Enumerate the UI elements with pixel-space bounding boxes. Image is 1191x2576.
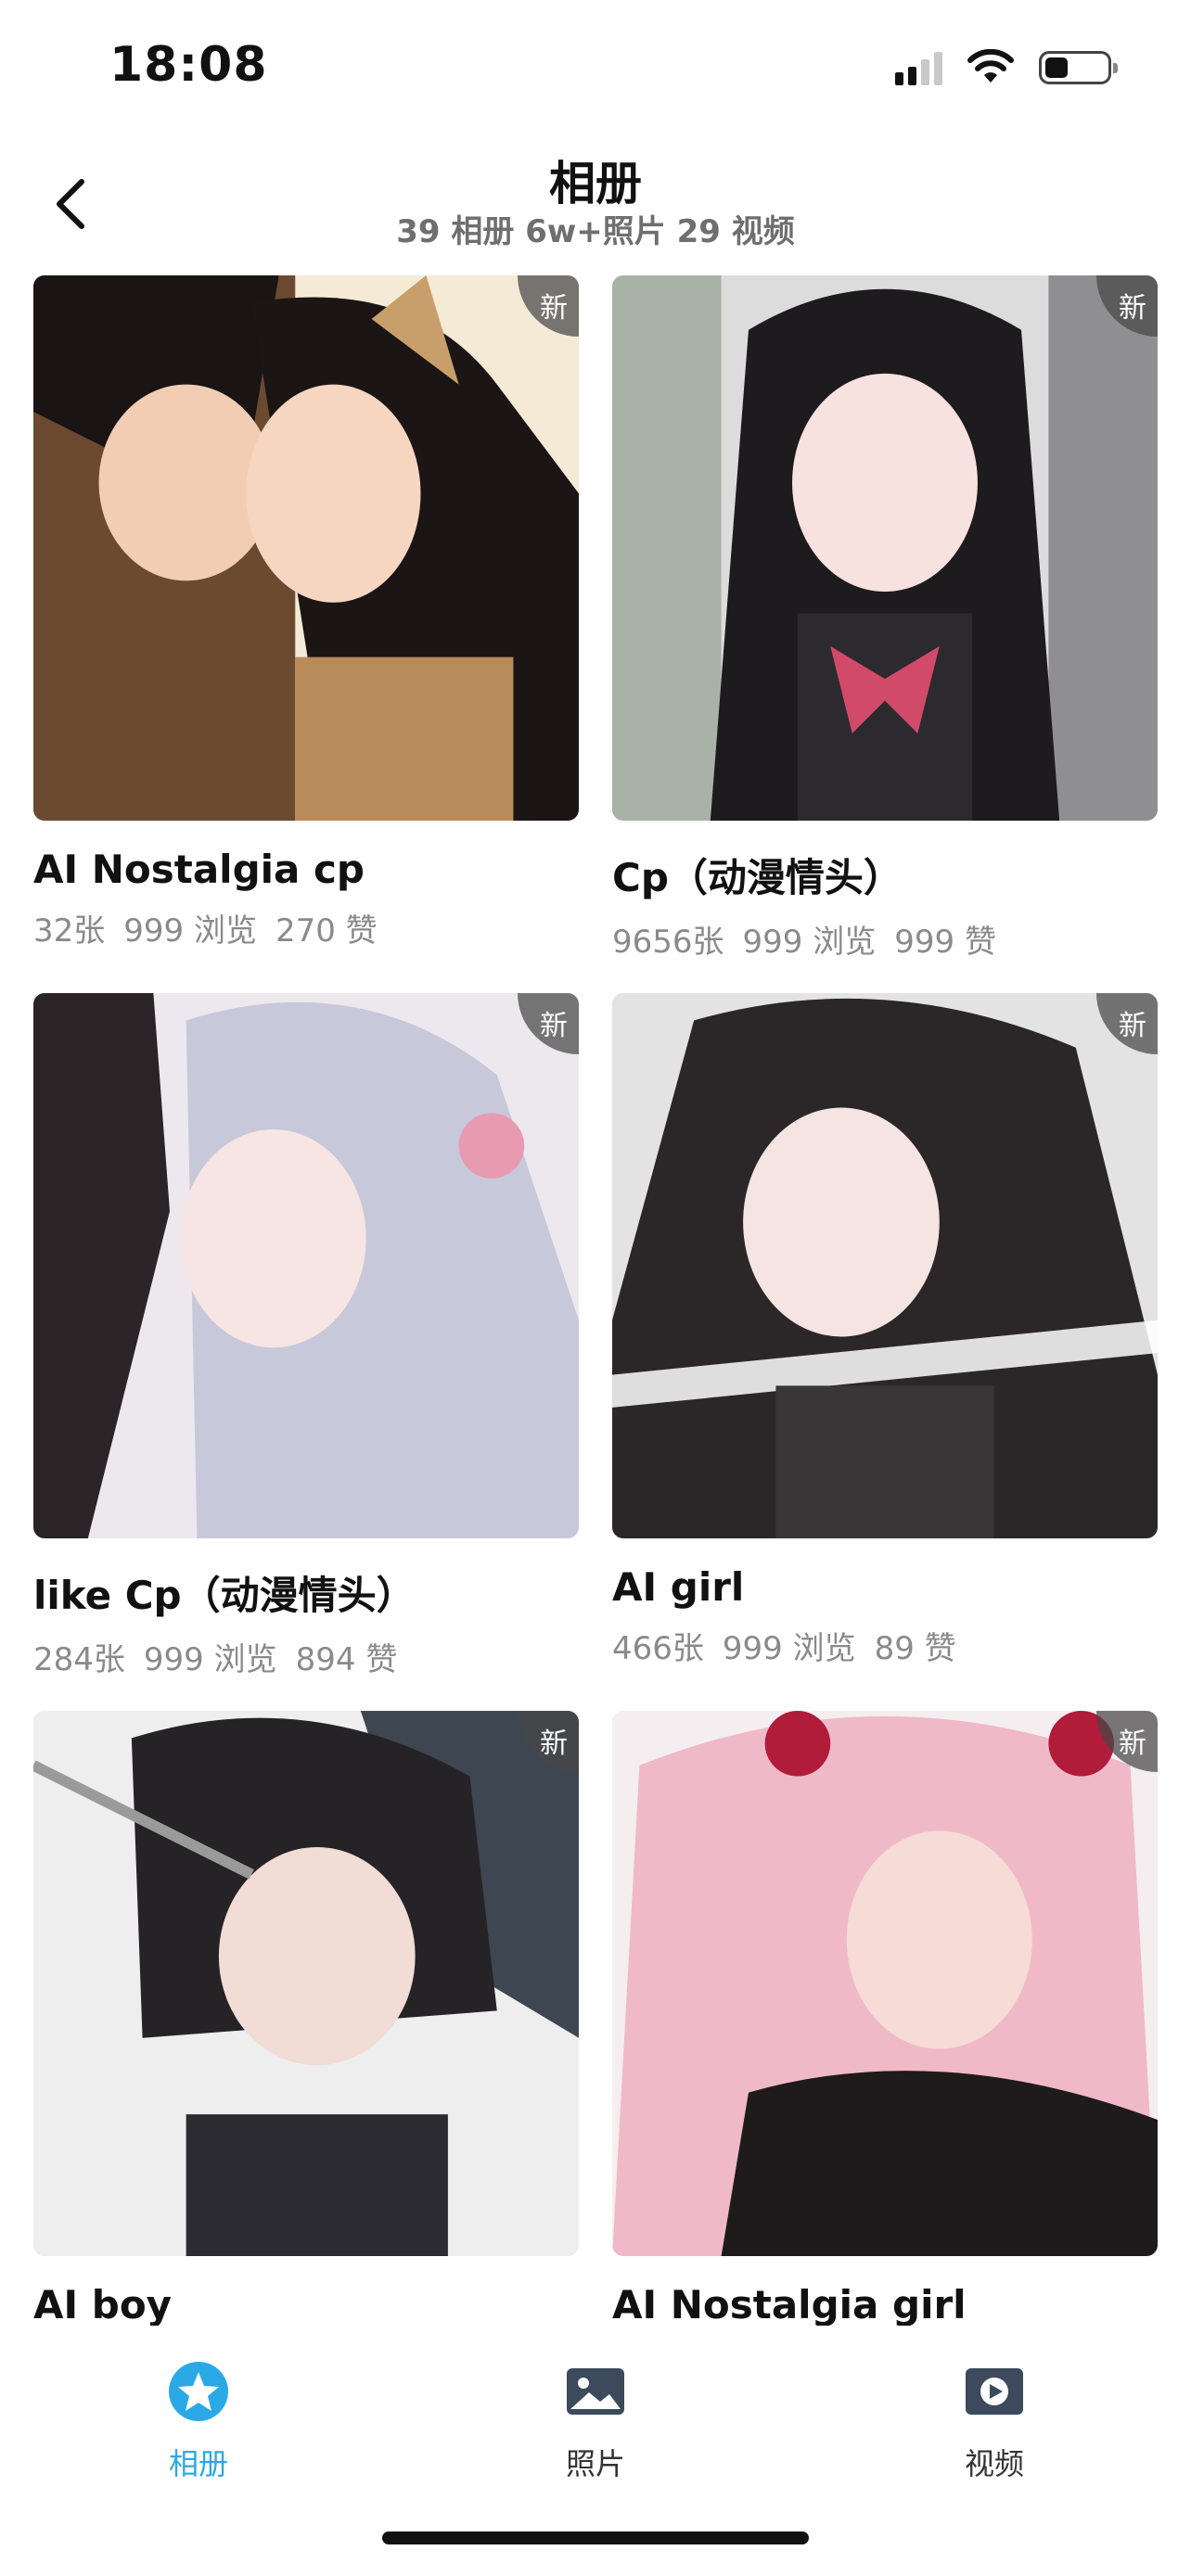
album-title: AI Nostalgia cp	[33, 847, 365, 892]
tab-label: 照片	[565, 2446, 625, 2481]
view-count: 999 浏览	[742, 924, 877, 961]
album-stats: 466张 999 浏览 89 赞	[612, 1623, 1158, 1668]
view-count: 999 浏览	[123, 912, 257, 950]
album-card[interactable]: 新 AI boy	[33, 1711, 579, 2327]
album-cover-art	[33, 275, 579, 821]
tab-label: 视频	[964, 2446, 1024, 2481]
tab-albums[interactable]: 相册	[106, 2359, 291, 2483]
album-cover-art	[612, 993, 1158, 1538]
battery-icon	[1039, 51, 1118, 84]
album-stats: 9656张 999 浏览 999 赞	[612, 916, 1158, 962]
home-indicator	[382, 2531, 809, 2544]
album-title: AI girl	[612, 1564, 745, 1610]
view-count: 999 浏览	[143, 1641, 277, 1678]
album-stats: 284张 999 浏览 894 赞	[33, 1634, 579, 1679]
album-cover[interactable]: 新	[612, 1711, 1158, 2256]
album-card[interactable]: 新 AI Nostalgia girl	[612, 1711, 1158, 2327]
photo-icon	[567, 2368, 624, 2415]
page-title: 相册	[549, 157, 642, 210]
like-count: 999 赞	[894, 924, 996, 961]
photo-count: 284张	[33, 1641, 125, 1678]
status-icons	[895, 46, 1118, 89]
album-cover-art	[33, 1711, 579, 2256]
like-count: 89 赞	[874, 1630, 956, 1667]
page-subtitle: 39 相册 6w+照片 29 视频	[396, 213, 795, 250]
nav-header: 相册 39 相册 6w+照片 29 视频	[0, 139, 1191, 269]
photo-count: 32张	[33, 912, 106, 950]
status-bar: 18:08	[0, 0, 1191, 139]
status-time: 18:08	[109, 37, 268, 93]
album-cover-art	[33, 993, 579, 1538]
album-cover[interactable]: 新	[612, 993, 1158, 1538]
video-icon	[966, 2368, 1023, 2415]
album-title: like Cp（动漫情头）	[33, 1573, 416, 1618]
tab-videos[interactable]: 视频	[902, 2359, 1087, 2483]
like-count: 270 赞	[275, 912, 378, 950]
album-cover[interactable]: 新	[33, 993, 579, 1538]
album-stats: 32张 999 浏览 270 赞	[33, 905, 579, 950]
album-card[interactable]: 新 Cp（动漫情头） 9656张 999 浏览 999 赞	[612, 275, 1158, 962]
cellular-signal-icon	[895, 50, 942, 85]
tab-photos[interactable]: 照片	[503, 2359, 688, 2483]
photo-count: 9656张	[612, 924, 724, 961]
photo-count: 466张	[612, 1630, 704, 1667]
album-card[interactable]: 新 AI girl 466张 999 浏览 89 赞	[612, 993, 1158, 1668]
album-cover[interactable]: 新	[33, 1711, 579, 2256]
album-title: Cp（动漫情头）	[612, 855, 903, 900]
album-star-icon	[169, 2362, 228, 2421]
album-title: AI Nostalgia girl	[612, 2282, 967, 2327]
album-cover[interactable]: 新	[33, 275, 579, 821]
album-cover-art	[612, 1711, 1158, 2256]
wifi-icon	[967, 49, 1014, 83]
album-card[interactable]: 新 AI Nostalgia cp 32张 999 浏览 270 赞	[33, 275, 579, 950]
album-card[interactable]: 新 like Cp（动漫情头） 284张 999 浏览 894 赞	[33, 993, 579, 1679]
view-count: 999 浏览	[722, 1630, 856, 1667]
album-cover-art	[612, 275, 1158, 821]
like-count: 894 赞	[295, 1641, 398, 1678]
album-title: AI boy	[33, 2282, 173, 2327]
album-cover[interactable]: 新	[612, 275, 1158, 821]
tab-label: 相册	[168, 2446, 228, 2481]
